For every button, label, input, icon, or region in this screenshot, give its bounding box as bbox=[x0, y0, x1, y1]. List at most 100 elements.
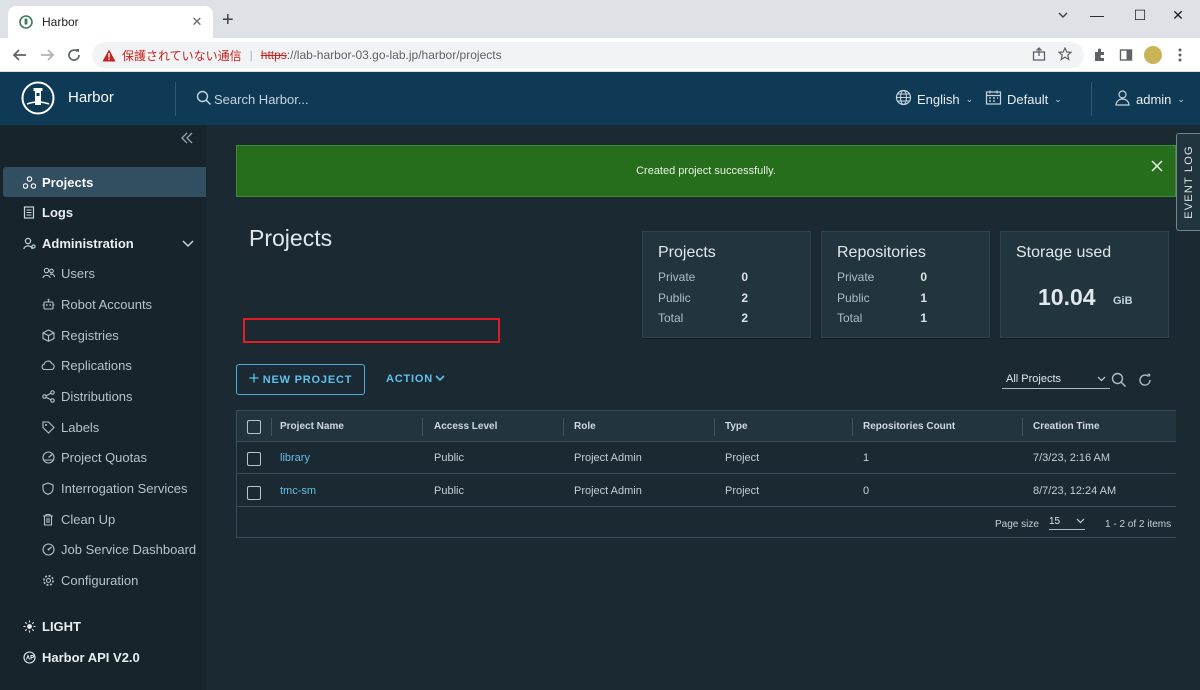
forward-icon[interactable] bbox=[37, 45, 57, 65]
global-search[interactable]: Search Harbor... bbox=[196, 90, 309, 109]
private-label: Private bbox=[658, 270, 696, 284]
app-brand[interactable]: Harbor bbox=[68, 89, 114, 106]
distributions-icon bbox=[41, 389, 55, 403]
address-bar[interactable]: 保護されていない通信 | https ://lab-harbor-03.go-l… bbox=[92, 42, 1084, 68]
refresh-icon[interactable] bbox=[1136, 371, 1154, 389]
sidebar-item-project-quotas[interactable]: Project Quotas bbox=[3, 442, 206, 472]
extensions-icon[interactable] bbox=[1090, 46, 1108, 64]
search-icon[interactable] bbox=[1110, 371, 1128, 389]
new-tab-icon[interactable]: + bbox=[222, 10, 234, 30]
datetime-format-selector[interactable]: Default ⌄ bbox=[985, 89, 1062, 109]
type: Project bbox=[725, 452, 760, 464]
new-project-button[interactable]: NEW PROJECT bbox=[236, 364, 365, 395]
chevron-down-icon bbox=[1076, 516, 1085, 527]
sidebar-item-logs[interactable]: Logs bbox=[3, 197, 206, 227]
project-filter-select[interactable]: All Projects bbox=[1002, 370, 1110, 389]
close-icon[interactable] bbox=[1151, 160, 1163, 175]
event-log-tab[interactable]: EVENT LOG bbox=[1176, 133, 1200, 231]
trash-icon bbox=[41, 512, 55, 526]
repositories-summary-card: Repositories Private 0 Public 1 Total 1 bbox=[821, 231, 990, 338]
column-divider bbox=[563, 418, 564, 436]
total-count: 2 bbox=[741, 311, 748, 325]
sidebar-item-configuration[interactable]: Configuration bbox=[3, 565, 206, 595]
tab-search-icon[interactable] bbox=[1052, 4, 1074, 26]
sidebar-item-robot-accounts[interactable]: Robot Accounts bbox=[3, 289, 206, 319]
storage-unit: GiB bbox=[1113, 295, 1133, 307]
column-header-creation-time[interactable]: Creation Time bbox=[1033, 421, 1100, 432]
sidebar-item-labels[interactable]: Labels bbox=[3, 412, 206, 442]
tab-close-icon[interactable]: ✕ bbox=[189, 14, 205, 30]
project-name-link[interactable]: tmc-sm bbox=[280, 485, 316, 497]
dashboard-icon bbox=[41, 542, 55, 556]
url-separator: | bbox=[249, 48, 253, 62]
sidebar-item-administration[interactable]: Administration bbox=[3, 228, 206, 258]
action-label: ACTION bbox=[386, 373, 433, 385]
header-divider bbox=[1091, 82, 1092, 116]
sidebar-item-label: Logs bbox=[42, 204, 74, 220]
sidebar-item-job-service-dashboard[interactable]: Job Service Dashboard bbox=[3, 534, 206, 564]
sidebar-item-replications[interactable]: Replications bbox=[3, 350, 206, 380]
new-project-label: NEW PROJECT bbox=[262, 373, 353, 386]
browser-tab[interactable]: Harbor ✕ bbox=[8, 6, 213, 38]
quotas-icon bbox=[41, 450, 55, 464]
filter-value: All Projects bbox=[1006, 373, 1062, 385]
sidebar-item-label: Robot Accounts bbox=[61, 296, 153, 312]
card-title: Storage used bbox=[1016, 244, 1112, 261]
url-text: ://lab-harbor-03.go-lab.jp/harbor/projec… bbox=[286, 48, 502, 62]
theme-label: LIGHT bbox=[42, 618, 81, 634]
theme-toggle[interactable]: LIGHT bbox=[3, 611, 206, 641]
browser-titlebar: Harbor ✕ + — ☐ ✕ bbox=[0, 0, 1200, 38]
column-header-access-level[interactable]: Access Level bbox=[434, 421, 497, 432]
insecure-label: 保護されていない通信 bbox=[122, 48, 242, 63]
harbor-logo-icon[interactable] bbox=[21, 81, 55, 115]
datetime-format-label: Default bbox=[1007, 91, 1049, 107]
sidebar-item-clean-up[interactable]: Clean Up bbox=[3, 504, 206, 534]
minimize-button[interactable]: — bbox=[1075, 0, 1119, 30]
back-icon[interactable] bbox=[10, 45, 30, 65]
row-checkbox[interactable] bbox=[247, 452, 261, 466]
app-header: Harbor Search Harbor... English ⌄ Defaul… bbox=[0, 72, 1200, 125]
projects-table: Project Name Access Level Role Type Repo… bbox=[236, 410, 1181, 538]
share-icon[interactable] bbox=[1032, 47, 1046, 64]
sidebar-item-interrogation-services[interactable]: Interrogation Services bbox=[3, 473, 206, 503]
robot-icon bbox=[41, 297, 55, 311]
plus-icon bbox=[249, 373, 259, 386]
gear-icon bbox=[41, 573, 55, 587]
sidebar-item-registries[interactable]: Registries bbox=[3, 320, 206, 350]
access-level: Public bbox=[434, 452, 464, 464]
close-window-button[interactable]: ✕ bbox=[1156, 0, 1200, 30]
language-selector[interactable]: English ⌄ bbox=[895, 89, 973, 109]
browser-menu-icon[interactable] bbox=[1171, 46, 1189, 64]
public-count: 1 bbox=[920, 291, 927, 305]
profile-avatar[interactable] bbox=[1144, 46, 1162, 64]
action-dropdown-button[interactable]: ACTION bbox=[386, 373, 445, 385]
sidebar-item-distributions[interactable]: Distributions bbox=[3, 381, 206, 411]
side-panel-icon[interactable] bbox=[1117, 46, 1135, 64]
tab-title: Harbor bbox=[42, 15, 79, 29]
table-footer: Page size 15 1 - 2 of 2 items bbox=[237, 508, 1180, 538]
collapse-sidebar-icon[interactable] bbox=[180, 131, 194, 149]
main-content: Created project successfully. Projects P… bbox=[206, 125, 1181, 690]
reload-icon[interactable] bbox=[64, 45, 84, 65]
harbor-api-link[interactable]: Harbor API V2.0 bbox=[3, 642, 206, 672]
select-all-checkbox[interactable] bbox=[247, 420, 261, 434]
sidebar-item-users[interactable]: Users bbox=[3, 258, 206, 288]
column-header-type[interactable]: Type bbox=[725, 421, 748, 432]
sidebar-item-label: Replications bbox=[61, 357, 132, 373]
repositories-count: 1 bbox=[863, 452, 870, 464]
table-row[interactable]: tmc-sm Public Project Admin Project 0 8/… bbox=[237, 475, 1180, 507]
bookmark-star-icon[interactable] bbox=[1057, 46, 1073, 64]
user-menu[interactable]: admin ⌄ bbox=[1114, 89, 1185, 109]
creation-time: 8/7/23, 12:24 AM bbox=[1033, 485, 1117, 497]
row-checkbox[interactable] bbox=[247, 486, 261, 500]
column-header-repositories-count[interactable]: Repositories Count bbox=[863, 421, 955, 432]
sidebar-item-projects[interactable]: Projects bbox=[3, 167, 206, 197]
column-header-role[interactable]: Role bbox=[574, 421, 596, 432]
column-header-project-name[interactable]: Project Name bbox=[280, 421, 344, 432]
card-title: Projects bbox=[658, 244, 716, 261]
project-name-link[interactable]: library bbox=[280, 452, 310, 464]
page-size-select[interactable]: 15 bbox=[1049, 516, 1085, 530]
table-row[interactable]: library Public Project Admin Project 1 7… bbox=[237, 442, 1180, 474]
search-input[interactable]: Search Harbor... bbox=[214, 92, 309, 107]
table-header: Project Name Access Level Role Type Repo… bbox=[237, 411, 1180, 442]
